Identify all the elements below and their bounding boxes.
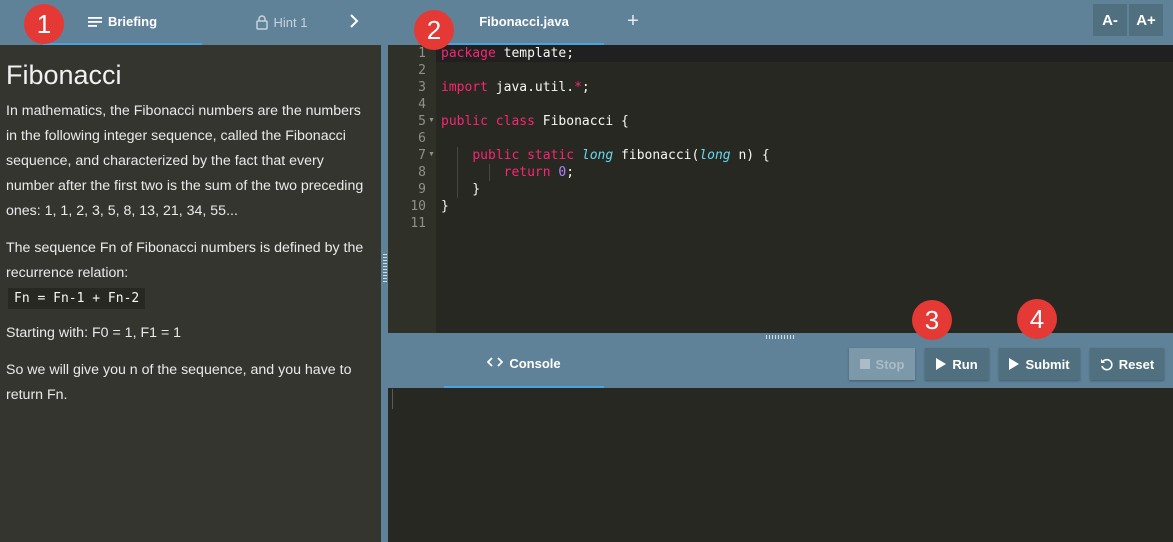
- line-number-gutter: 1 2 3 4 5 ▼ 6 7 ▼ 8 9 10 11: [388, 45, 436, 333]
- font-decrease-button[interactable]: A-: [1093, 4, 1127, 36]
- code-line: public static long fibonacci(long n) {: [472, 148, 770, 163]
- briefing-paragraph-intro: In mathematics, the Fibonacci numbers ar…: [6, 103, 364, 219]
- annotation-marker-4: 4: [1017, 299, 1057, 339]
- reset-icon: [1100, 358, 1113, 371]
- line-number: 11: [410, 216, 426, 231]
- formula-code: Fn = Fn-1 + Fn-2: [8, 288, 146, 309]
- tab-briefing-label: Briefing: [107, 14, 158, 29]
- splitter-grip-icon[interactable]: [383, 254, 387, 284]
- ide-root: Briefing Hint 1 Fibonacci In mathematics…: [0, 0, 1173, 542]
- fold-arrow-icon[interactable]: ▼: [428, 117, 435, 124]
- stop-icon: [859, 359, 870, 369]
- line-number: 10: [410, 199, 426, 214]
- briefing-paragraph-recurrence: The sequence Fn of Fibonacci numbers is …: [6, 240, 364, 281]
- briefing-paragraph-start: Starting with: F0 = 1, F1 = 1: [6, 325, 182, 341]
- chevron-right-icon[interactable]: [345, 11, 363, 31]
- code-brackets-icon: [487, 356, 504, 371]
- line-number: 9: [418, 182, 426, 197]
- line-number: 8: [418, 165, 426, 180]
- reset-button[interactable]: Reset: [1090, 348, 1164, 380]
- run-label: Run: [952, 356, 978, 372]
- run-button[interactable]: Run: [925, 348, 989, 380]
- code-line: return 0;: [503, 165, 575, 180]
- tab-hint-1[interactable]: Hint 1: [202, 0, 361, 45]
- horizontal-grip-icon[interactable]: [766, 335, 796, 339]
- annotation-marker-3: 3: [912, 300, 952, 340]
- code-editor[interactable]: 1 2 3 4 5 ▼ 6 7 ▼ 8 9 10 11 package temp…: [388, 45, 1173, 333]
- tab-hint-label: Hint 1: [273, 15, 308, 30]
- submit-button[interactable]: Submit: [999, 348, 1080, 380]
- code-line: }: [441, 199, 449, 214]
- reset-label: Reset: [1118, 356, 1155, 372]
- tab-console-label: Console: [509, 355, 561, 371]
- play-icon: [936, 358, 947, 370]
- tab-briefing[interactable]: Briefing: [43, 0, 202, 45]
- annotation-marker-1: 1: [24, 4, 64, 44]
- code-line: package template;: [441, 46, 575, 61]
- line-number: 4: [418, 97, 426, 112]
- add-tab-icon[interactable]: +: [625, 11, 641, 31]
- fold-arrow-icon[interactable]: ▼: [428, 151, 435, 158]
- annotation-marker-2: 2: [414, 10, 454, 50]
- line-number: 3: [418, 80, 426, 95]
- editor-tab-bar: Fibonacci.java +: [388, 0, 1173, 45]
- stop-button[interactable]: Stop: [849, 348, 915, 380]
- code-line: import java.util.*;: [441, 80, 590, 95]
- line-number: 5: [418, 114, 426, 129]
- code-line: }: [441, 182, 481, 197]
- tab-fibonacci-java[interactable]: Fibonacci.java: [444, 0, 604, 45]
- stop-label: Stop: [875, 356, 905, 372]
- line-number: 6: [418, 131, 426, 146]
- briefing-title: Fibonacci: [6, 60, 122, 90]
- briefing-content: Fibonacci In mathematics, the Fibonacci …: [0, 45, 381, 542]
- console-cursor: [392, 389, 393, 409]
- play-icon: [1009, 358, 1020, 370]
- font-increase-button[interactable]: A+: [1129, 4, 1163, 36]
- briefing-panel: Briefing Hint 1 Fibonacci In mathematics…: [0, 0, 381, 542]
- menu-lines-icon: [87, 16, 102, 28]
- code-line: public class Fibonacci {: [441, 114, 629, 129]
- submit-label: Submit: [1025, 356, 1070, 372]
- line-number: 1: [418, 46, 426, 61]
- console-output[interactable]: [388, 388, 1173, 542]
- line-number: 7: [418, 148, 426, 163]
- lock-icon: [255, 15, 268, 30]
- tab-console[interactable]: Console: [444, 340, 604, 388]
- briefing-paragraph-task: So we will give you n of the sequence, a…: [6, 362, 352, 403]
- line-number: 2: [418, 63, 426, 78]
